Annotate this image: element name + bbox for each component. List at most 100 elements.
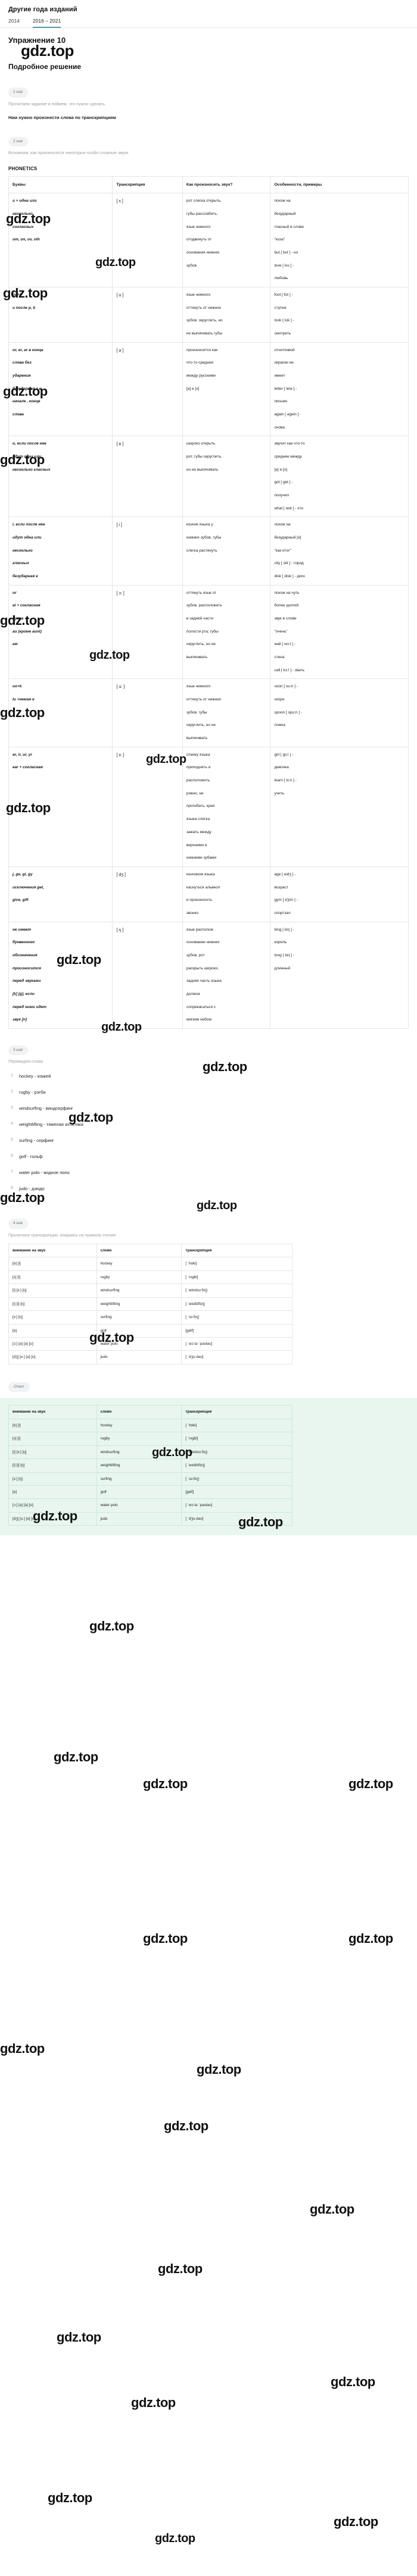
table-row: o, если после нее идут одна или несколько … bbox=[8, 436, 409, 518]
cell-features-line: звучит как что-то bbox=[274, 442, 305, 446]
cell-sound: [dʒ] [u:] [ə] [ʊ] bbox=[8, 1511, 97, 1526]
table-row: [i] [ɜ:] [ŋ] windsurfing[ ˈwɪndsɜːfɪŋ] bbox=[8, 1445, 293, 1460]
cell-features-line: spoon [ spu:n ] - bbox=[274, 710, 303, 715]
cell-features: отчетливой окраски не имеет letter [ letə ]… bbox=[270, 342, 409, 437]
cell-letters-line: буквенного bbox=[13, 940, 35, 945]
cell-how: спинку языка приподнять и расположить ровно… bbox=[182, 746, 271, 867]
col-header-transcription: транскрипция bbox=[181, 1405, 293, 1419]
cell-letters-line: i, если после нее bbox=[13, 522, 45, 527]
cell-word: windsurfing bbox=[96, 1284, 182, 1298]
cell-transcription: [ ˈwɪndsɜːfɪŋ] bbox=[181, 1284, 293, 1298]
cell-features-line: звук в слове bbox=[274, 616, 297, 621]
cell-word: surfing bbox=[96, 1472, 182, 1486]
table-row: j, ge, gi, gy исключения get, give, gift [ … bbox=[8, 866, 409, 922]
cell-letters-line: и после p, b bbox=[13, 305, 36, 310]
cell-how: широко открыть рот, губы округлить, но не … bbox=[182, 436, 271, 518]
cell-features-line: спортзал bbox=[274, 910, 291, 915]
watermark: gdz.top bbox=[164, 2118, 208, 2133]
cell-how-line: оттянуть от нижних bbox=[186, 305, 222, 310]
watermark: gdz.top bbox=[158, 2261, 203, 2276]
cell-sound: [i] [i] [ŋ] bbox=[8, 1297, 97, 1312]
col-header-transcription: Транскрипция bbox=[112, 176, 183, 194]
cell-letters: u + одна или несколько согласных om, on, ov… bbox=[8, 193, 113, 287]
cell-how-line: выпячивать bbox=[186, 655, 208, 660]
edition-tab-2014[interactable]: 2014 bbox=[8, 18, 20, 28]
cell-features-line: but [ bʌt ] - но bbox=[274, 250, 298, 255]
cell-how-line: отодвинуть от bbox=[186, 237, 212, 242]
cell-letters-line: au (кроме aunt) bbox=[13, 629, 42, 634]
cell-letters: er, ir, ur, yr ear + согласная bbox=[8, 746, 113, 867]
cell-letters-line: er, ir, ur, yr bbox=[13, 752, 32, 757]
table-header-row: внимание на звук слово транскрипция bbox=[8, 1243, 293, 1258]
step-note-2: Вспомним, как произносятся некоторые осо… bbox=[8, 151, 129, 155]
cell-letters: oo+k и после p, b bbox=[8, 286, 113, 343]
cell-how-line: кончиком языка bbox=[186, 872, 215, 877]
col-header-how: Как произносить звук? bbox=[182, 176, 271, 194]
cell-features-line: стена bbox=[274, 655, 285, 660]
cell-how-line: оттянуть от нижних bbox=[186, 697, 222, 702]
cell-features-line: long [ lɒŋ ] - bbox=[274, 953, 295, 957]
cell-word: weightlifting bbox=[96, 1458, 182, 1473]
step-note-4: Прочитаем транскрипции, опираясь на прав… bbox=[8, 1233, 116, 1238]
watermark: gdz.top bbox=[348, 1931, 393, 1946]
cell-how-line: полости рта; губы bbox=[186, 629, 219, 634]
table-row: [ɔ:] [ə] [ə] [ʊ] water polo[ ˈwɔːtə ˈpəʊl… bbox=[8, 1498, 293, 1513]
cell-features-line: soon [ su:n ] - bbox=[274, 684, 298, 689]
table-header-row: внимание на звук слово транскрипция bbox=[8, 1405, 293, 1419]
cell-features-line: девочка bbox=[274, 765, 289, 770]
cell-how: язык располож основании нижних зубов, рот р… bbox=[182, 921, 271, 1029]
cell-transcription: [ ˈwɪndsɜːfɪŋ] bbox=[181, 1445, 293, 1460]
cell-letters-line: or, er, ar в конце bbox=[13, 348, 43, 352]
step-chip-1: 1 шаг bbox=[8, 87, 28, 98]
watermark: gdz.top bbox=[89, 1619, 134, 1633]
table-row: oo+k и после p, b [ ʊ ] язык немного оттянут… bbox=[8, 286, 409, 343]
cell-word: rugby bbox=[96, 1270, 182, 1285]
cell-features-line: letter [ letə ] - bbox=[274, 386, 297, 391]
table-row: [ɔ:] [ə] [ə] [ʊ] water polo[ ˈwɔːtə ˈpəʊl… bbox=[8, 1336, 293, 1351]
table-row: [ʌ] [i] rugby[ ˈrʌɡbi] bbox=[8, 1270, 293, 1285]
cell-features-line: король bbox=[274, 940, 287, 945]
cell-features-line: look [ lʊk ] - bbox=[274, 318, 294, 323]
cell-letters: oo+k lu +немая e bbox=[8, 678, 113, 747]
cell-features-line: возраст bbox=[274, 885, 288, 890]
cell-transcription: [ ɔ: ] bbox=[112, 584, 183, 680]
cell-letters-line: произносится bbox=[13, 966, 41, 971]
cell-transcription: [ u: ] bbox=[112, 678, 183, 747]
cell-sound: [ʌ] [i] bbox=[8, 1270, 97, 1285]
cell-transcription: [ ˈwɔːtə ˈpəʊləʊ] bbox=[181, 1498, 293, 1513]
cell-how-line: рот, губы округлить, bbox=[186, 455, 222, 459]
cell-transcription: [ɡɒlf] bbox=[181, 1323, 293, 1338]
editions-block: Другие года изданий 2014 2016 – 2021 bbox=[0, 0, 417, 28]
cell-transcription: [ ˈsɜːfɪŋ] bbox=[181, 1472, 293, 1486]
table-row: [i] [i] [ŋ] weightlifting[ ˈweɪtlɪftɪŋ] bbox=[8, 1458, 293, 1473]
cell-letters-line: безударная e bbox=[13, 574, 38, 579]
cell-sound: [ɔ:] [ə] [ə] [ʊ] bbox=[8, 1336, 97, 1351]
cell-transcription: [ dʒ ] bbox=[112, 866, 183, 922]
table-row: or, er, ar в конце слова без ударения безуд… bbox=[8, 342, 409, 437]
edition-tab-2016-2021[interactable]: 2016 – 2021 bbox=[32, 18, 61, 28]
cell-word: hockey bbox=[96, 1418, 182, 1433]
cell-letters-line: u + одна или bbox=[13, 199, 37, 204]
cell-letters: не имеет буквенного обозначения произноситс… bbox=[8, 921, 113, 1029]
cell-transcription: [ ˈdʒuːdəʊ] bbox=[181, 1511, 293, 1526]
phonetics-table-body: u + одна или несколько согласных om, on, ov… bbox=[8, 193, 409, 1029]
col-header-features: Особенности, примеры bbox=[270, 176, 409, 194]
cell-word: hockey bbox=[96, 1257, 182, 1271]
step-chip-4: 4 шаг bbox=[8, 1219, 28, 1229]
cell-transcription-line: [ ə ] bbox=[116, 348, 124, 353]
watermark: gdz.top bbox=[131, 2395, 176, 2410]
translation-list: hockey - хоккей rugby - рэгби windsurfing … bbox=[0, 1073, 417, 1191]
cell-transcription: [ɡɒlf] bbox=[181, 1485, 293, 1500]
cell-letters-line: не имеет bbox=[13, 927, 32, 932]
cell-letters: or al + согласная буква au (кроме aunt) aw bbox=[8, 584, 113, 680]
cell-features-line: отчетливой bbox=[274, 348, 295, 352]
cell-features: foot [ fʊt ] - ступня look [ lʊk ] - смотре… bbox=[270, 286, 409, 343]
solution-page: Другие года изданий 2014 2016 – 2021 Упр… bbox=[0, 0, 417, 2545]
cell-features-line: call [ kɔ:l ] - звать bbox=[274, 668, 304, 672]
cell-sound: [ʌ] [i] bbox=[8, 1432, 97, 1446]
table-row: er, ir, ur, yr ear + согласная [ ɜ: ] спинк… bbox=[8, 746, 409, 867]
cell-features-line: безударный bbox=[274, 211, 296, 216]
cell-transcription: [ ˈdʒuːdəʊ] bbox=[181, 1350, 293, 1364]
cell-sound: [ɒ] bbox=[8, 1485, 97, 1500]
watermark: gdz.top bbox=[155, 2532, 195, 2545]
